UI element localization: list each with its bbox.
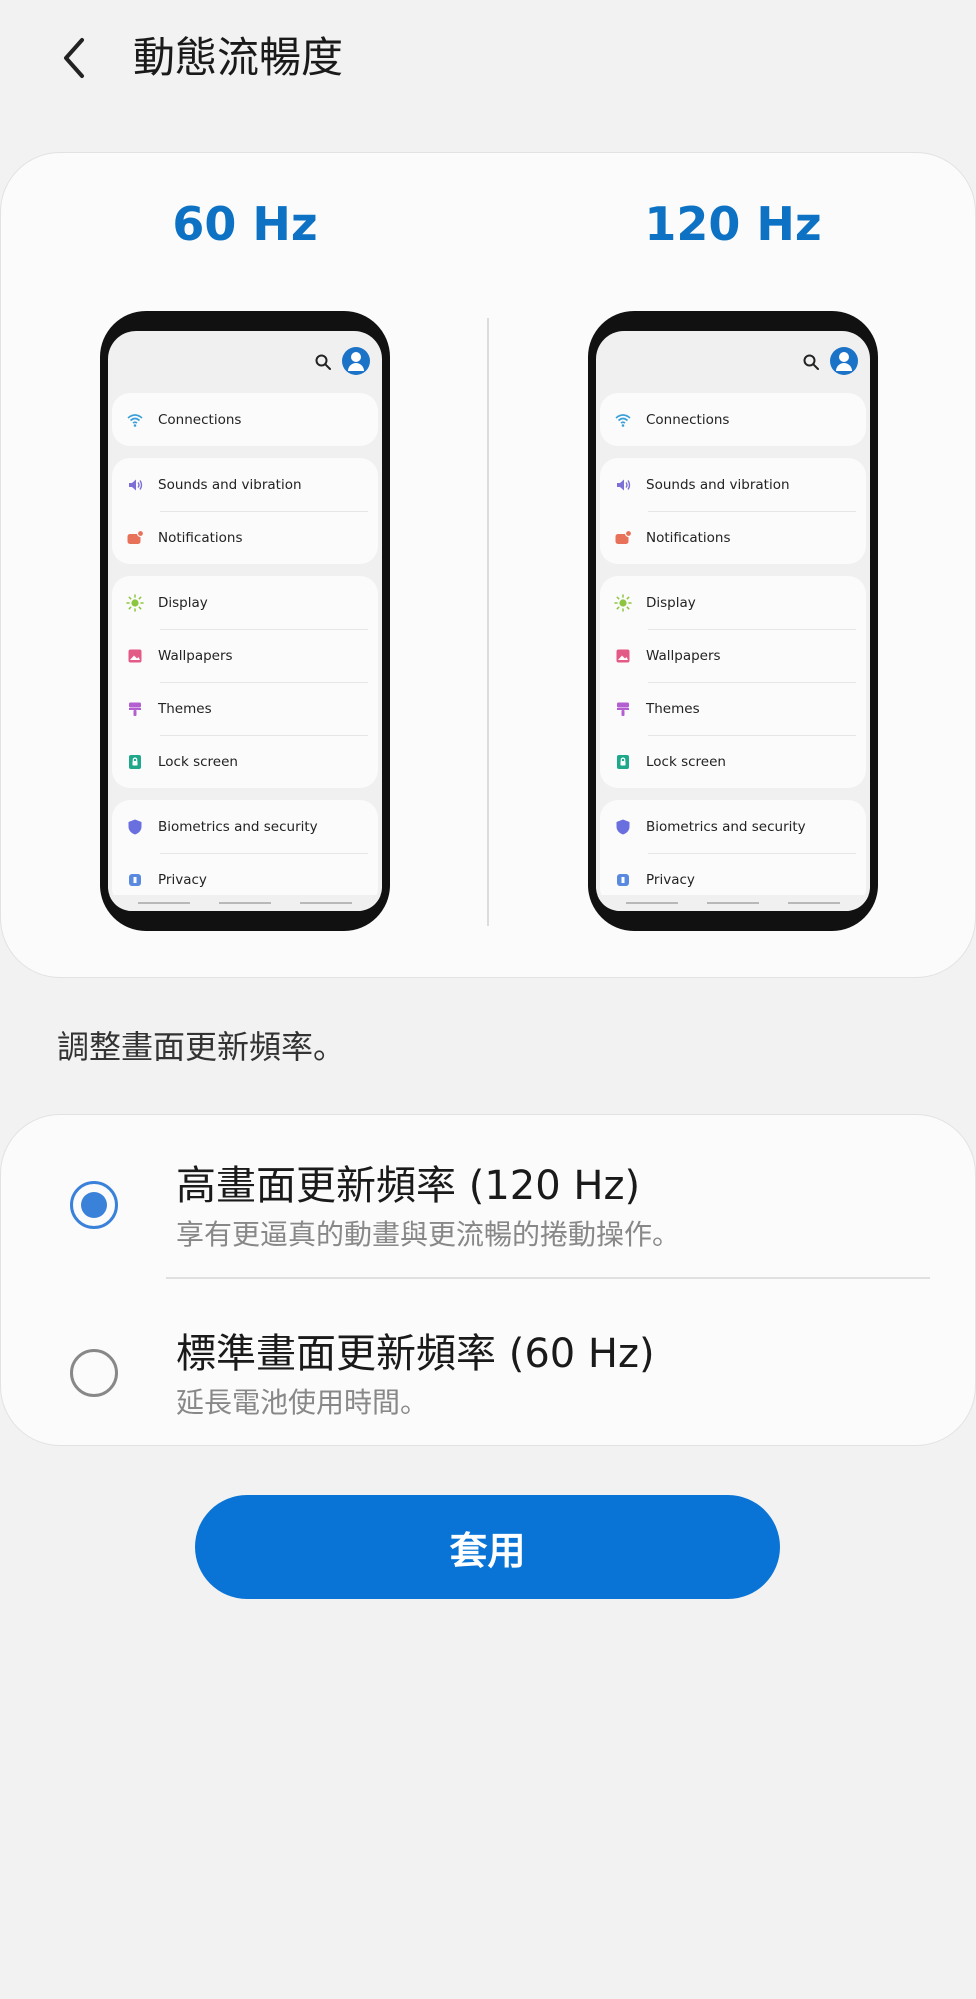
settings-item: Sounds and vibration — [112, 458, 378, 511]
settings-item-label: Lock screen — [158, 753, 238, 770]
nav-indicator — [788, 902, 840, 904]
brush-icon — [126, 700, 144, 718]
settings-group: Display Wallpapers Themes Lock screen — [600, 576, 866, 788]
brush-icon — [614, 700, 632, 718]
nav-indicator — [219, 902, 271, 904]
nav-indicator — [626, 902, 678, 904]
option-divider — [166, 1277, 930, 1279]
header: 動態流暢度 — [0, 0, 976, 120]
option-subtitle: 延長電池使用時間。 — [176, 1386, 429, 1419]
avatar — [830, 347, 858, 375]
settings-item-label: Themes — [158, 700, 212, 717]
sun-icon — [126, 593, 144, 612]
settings-item-label: Wallpapers — [158, 647, 233, 664]
notification-icon — [614, 529, 632, 547]
mini-topbar — [596, 331, 870, 393]
phone-preview-60hz: Connections Sounds and vibration Notificat… — [100, 311, 390, 931]
settings-item-label: Privacy — [158, 871, 207, 888]
settings-item-label: Sounds and vibration — [158, 476, 302, 493]
settings-item: Biometrics and security — [112, 800, 378, 853]
notification-icon — [126, 529, 144, 547]
lock-icon — [614, 753, 632, 771]
settings-item-label: Privacy — [646, 871, 695, 888]
option-subtitle: 享有更逼真的動畫與更流暢的捲動操作。 — [176, 1218, 681, 1251]
wifi-icon — [614, 411, 632, 429]
settings-item-label: Connections — [646, 411, 730, 428]
nav-indicator — [707, 902, 759, 904]
settings-item-label: Display — [158, 594, 208, 611]
settings-item: Display — [112, 576, 378, 629]
wifi-icon — [126, 411, 144, 429]
settings-item-label: Biometrics and security — [158, 818, 318, 835]
settings-item: Wallpapers — [600, 629, 866, 682]
search-icon — [315, 354, 331, 370]
preview-divider — [487, 318, 489, 926]
volume-icon — [126, 476, 144, 494]
settings-group: Sounds and vibration Notifications — [600, 458, 866, 564]
settings-item: Connections — [600, 393, 866, 446]
description-text: 調整畫面更新頻率。 — [57, 1028, 346, 1066]
mini-navigation-bar — [596, 895, 870, 911]
option-high-refresh-rate[interactable]: 高畫面更新頻率 (120 Hz) 享有更逼真的動畫與更流暢的捲動操作。 — [1, 1125, 976, 1285]
settings-item-label: Notifications — [158, 529, 243, 546]
settings-item: Biometrics and security — [600, 800, 866, 853]
settings-group: Connections — [112, 393, 378, 446]
nav-indicator — [138, 902, 190, 904]
settings-group: Biometrics and security Privacy — [112, 800, 378, 906]
search-icon — [803, 354, 819, 370]
settings-item: Lock screen — [112, 735, 378, 788]
settings-item: Display — [600, 576, 866, 629]
settings-item-label: Themes — [646, 700, 700, 717]
phone-screen: Connections Sounds and vibration Notificat… — [596, 331, 870, 911]
refresh-rate-options: 高畫面更新頻率 (120 Hz) 享有更逼真的動畫與更流暢的捲動操作。 標準畫面… — [0, 1114, 976, 1446]
settings-item-label: Connections — [158, 411, 242, 428]
shield-icon — [614, 818, 632, 836]
settings-group: Display Wallpapers Themes Lock screen — [112, 576, 378, 788]
preview-label-60hz: 60 Hz — [172, 197, 318, 251]
option-standard-refresh-rate[interactable]: 標準畫面更新頻率 (60 Hz) 延長電池使用時間。 — [1, 1293, 976, 1453]
settings-item-label: Lock screen — [646, 753, 726, 770]
privacy-icon — [614, 871, 632, 889]
settings-item: Themes — [112, 682, 378, 735]
phone-preview-120hz: Connections Sounds and vibration Notificat… — [588, 311, 878, 931]
settings-item-label: Biometrics and security — [646, 818, 806, 835]
settings-item-label: Sounds and vibration — [646, 476, 790, 493]
settings-group: Biometrics and security Privacy — [600, 800, 866, 906]
image-icon — [614, 647, 632, 665]
settings-item: Wallpapers — [112, 629, 378, 682]
settings-item: Lock screen — [600, 735, 866, 788]
radio-button[interactable] — [70, 1181, 118, 1229]
volume-icon — [614, 476, 632, 494]
settings-item: Themes — [600, 682, 866, 735]
mini-topbar — [108, 331, 382, 393]
apply-button[interactable]: 套用 — [195, 1495, 780, 1599]
settings-item: Sounds and vibration — [600, 458, 866, 511]
nav-indicator — [300, 902, 352, 904]
image-icon — [126, 647, 144, 665]
avatar — [342, 347, 370, 375]
privacy-icon — [126, 871, 144, 889]
sun-icon — [614, 593, 632, 612]
chevron-left-icon — [64, 38, 84, 78]
phone-screen: Connections Sounds and vibration Notificat… — [108, 331, 382, 911]
settings-group: Connections — [600, 393, 866, 446]
settings-item: Connections — [112, 393, 378, 446]
settings-item: Notifications — [600, 511, 866, 564]
settings-item: Notifications — [112, 511, 378, 564]
option-title: 高畫面更新頻率 (120 Hz) — [176, 1163, 641, 1209]
settings-item-label: Display — [646, 594, 696, 611]
refresh-rate-preview: 60 Hz 120 Hz Connections Sounds and vibra… — [0, 152, 976, 978]
shield-icon — [126, 818, 144, 836]
back-button[interactable] — [52, 28, 100, 88]
preview-label-120hz: 120 Hz — [644, 197, 822, 251]
settings-item-label: Wallpapers — [646, 647, 721, 664]
settings-item-label: Notifications — [646, 529, 731, 546]
radio-button[interactable] — [70, 1349, 118, 1397]
settings-group: Sounds and vibration Notifications — [112, 458, 378, 564]
mini-navigation-bar — [108, 895, 382, 911]
option-title: 標準畫面更新頻率 (60 Hz) — [176, 1331, 655, 1377]
lock-icon — [126, 753, 144, 771]
page-title: 動態流暢度 — [133, 33, 344, 82]
